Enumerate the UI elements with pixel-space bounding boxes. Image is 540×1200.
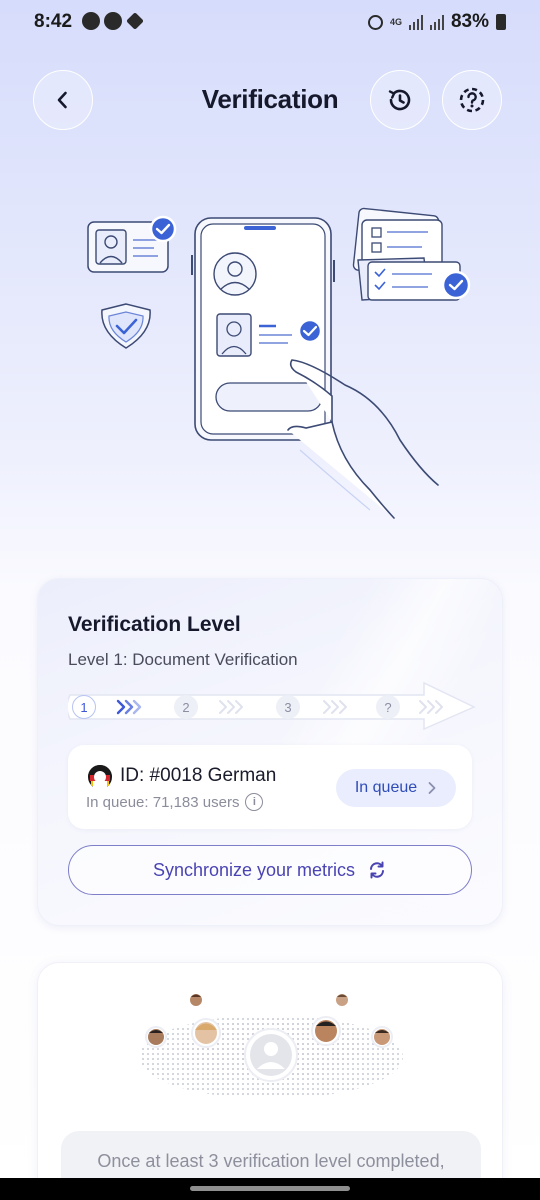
level-title: Verification Level — [68, 613, 241, 636]
step-unknown: ? — [376, 695, 400, 719]
info-note-text: Once at least 3 verification level compl… — [97, 1151, 445, 1171]
step-1: 1 — [72, 695, 96, 719]
in-queue-button[interactable]: In queue — [336, 769, 456, 807]
telegram-icon — [104, 12, 122, 30]
status-bar: 8:42 4G 83% — [0, 0, 540, 46]
network-type: 4G — [389, 17, 402, 27]
synchronize-metrics-button[interactable]: Synchronize your metrics — [68, 845, 472, 895]
history-button[interactable] — [370, 70, 430, 130]
status-indicators: 4G 83% — [367, 11, 506, 33]
in-queue-label: In queue — [354, 779, 418, 796]
globe-users-illustration — [139, 992, 403, 1097]
queue-count-text: In queue: 71,183 users — [86, 793, 240, 811]
battery-percent: 83% — [450, 11, 489, 32]
whatsapp-icon — [82, 12, 100, 30]
verification-illustration — [87, 207, 471, 519]
queue-id: ID: #0018 German — [120, 765, 277, 786]
battery-icon — [496, 14, 506, 30]
verification-level-card: Verification Level Level 1: Document Ver… — [37, 578, 503, 926]
level-progress: 1 2 3 ? — [68, 681, 478, 731]
card-sheen — [278, 579, 502, 759]
system-nav-bar — [0, 1178, 540, 1200]
level-subtitle: Level 1: Document Verification — [68, 650, 298, 669]
queue-status-box: ID: #0018 German In queue: 71,183 users … — [68, 745, 472, 829]
help-icon — [459, 87, 485, 113]
send-icon — [126, 12, 144, 30]
info-icon[interactable]: i — [245, 793, 264, 811]
phone-illustration — [191, 217, 335, 441]
id-card-illustration — [87, 215, 177, 273]
alarm-icon — [367, 14, 383, 30]
progress-arrow — [68, 681, 476, 731]
queue-count: In queue: 71,183 users i — [86, 793, 264, 811]
step-2: 2 — [174, 695, 198, 719]
signal-icon — [408, 14, 423, 30]
hand-illustration — [287, 359, 439, 519]
chevron-right-icon — [428, 782, 436, 794]
step-3: 3 — [276, 695, 300, 719]
sync-label: Synchronize your metrics — [152, 859, 356, 880]
status-time: 8:42 — [34, 11, 73, 32]
history-icon — [388, 89, 411, 111]
documents-illustration — [352, 207, 471, 301]
shield-illustration — [101, 303, 151, 349]
status-notification-icons — [82, 12, 144, 30]
signal-icon-2 — [429, 14, 444, 30]
community-card: Once at least 3 verification level compl… — [37, 962, 503, 1200]
home-gesture-handle[interactable] — [190, 1186, 350, 1191]
help-button[interactable] — [442, 70, 502, 130]
refresh-icon — [370, 861, 385, 879]
germany-flag-icon — [88, 765, 112, 789]
